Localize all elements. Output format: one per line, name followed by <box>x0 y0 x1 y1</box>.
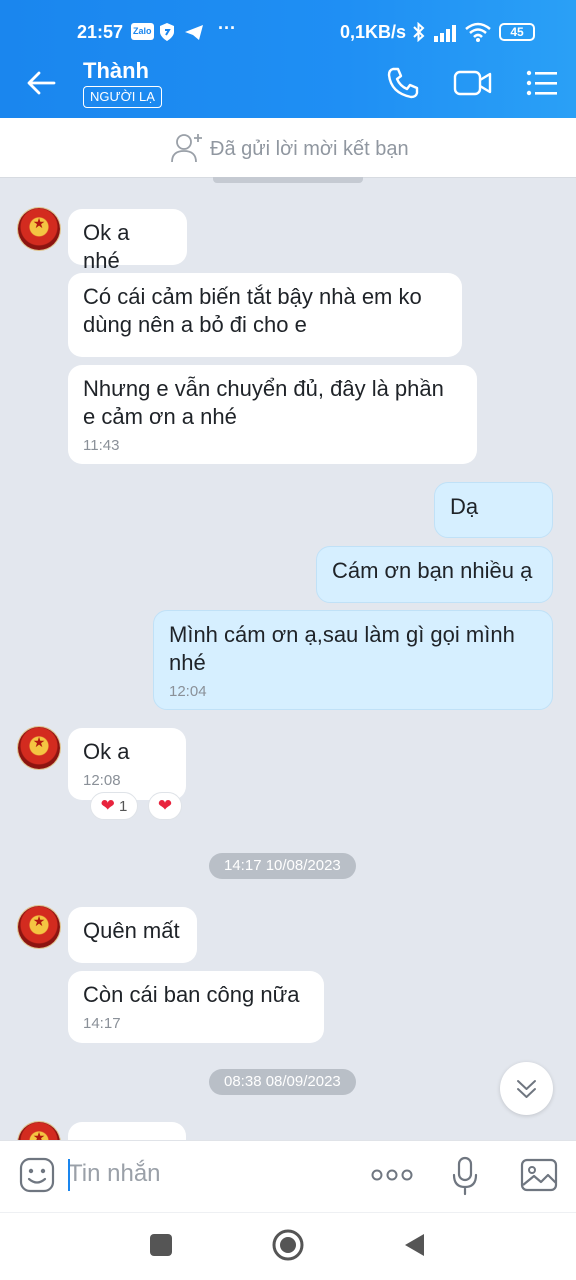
message-text-line: e cảm ơn a nhé <box>83 404 237 429</box>
zalo-notification-icon: Zalo <box>131 23 154 40</box>
outgoing-message[interactable]: Mình cám ơn ạ,sau làm gì gọi mình nhé 12… <box>153 610 553 710</box>
text-caret <box>68 1159 70 1191</box>
message-text: Còn cái ban công nữa <box>83 982 300 1007</box>
message-time: 14:17 <box>83 1015 121 1032</box>
message-text-line: Nhưng e vẫn chuyển đủ, đây là phần <box>83 376 444 401</box>
battery-level: 45 <box>510 25 524 39</box>
message-text-line: Mình cám ơn ạ,sau làm gì gọi mình <box>169 622 515 647</box>
date-separator: 08:38 08/09/2023 <box>209 1069 356 1095</box>
scroll-indicator <box>213 177 363 183</box>
message-text: Cám ơn bạn nhiều ạ <box>332 558 533 583</box>
microphone-icon[interactable] <box>450 1155 480 1197</box>
more-options-icon[interactable] <box>370 1166 414 1184</box>
message-text: Quên mất <box>83 918 180 943</box>
friend-request-text: Đã gửi lời mời kết bạn <box>210 138 409 160</box>
message-text-line: dùng nên a bỏ đi cho e <box>83 312 307 337</box>
heart-icon: ❤ <box>100 796 115 815</box>
message-text: Ok a <box>83 739 130 764</box>
incoming-message-partial[interactable] <box>68 1122 186 1140</box>
recent-apps-icon[interactable] <box>150 1234 172 1256</box>
outgoing-message[interactable]: Dạ <box>434 482 553 538</box>
message-input[interactable]: Tin nhắn <box>68 1160 161 1188</box>
react-button[interactable]: ❤ <box>148 792 182 820</box>
contact-avatar[interactable] <box>18 727 60 769</box>
contact-name[interactable]: Thành <box>83 58 149 84</box>
date-separator: 14:17 10/08/2023 <box>209 853 356 879</box>
status-time: 21:57 <box>77 22 124 42</box>
incoming-message[interactable]: Có cái cảm biến tắt bậy nhà em ko dùng n… <box>68 273 462 357</box>
reaction-count: 1 <box>119 798 128 815</box>
outgoing-message[interactable]: Cám ơn bạn nhiều ạ <box>316 546 553 603</box>
more-notifications-icon: ··· <box>218 18 236 38</box>
contact-avatar[interactable] <box>18 906 60 948</box>
phone-call-icon[interactable] <box>383 63 423 103</box>
message-time: 12:04 <box>169 683 207 700</box>
message-time: 11:43 <box>83 437 120 454</box>
message-text: Dạ <box>450 494 479 519</box>
net-speed: 0,1KB/s <box>340 22 407 42</box>
sticker-emoji-icon[interactable] <box>18 1156 56 1194</box>
image-gallery-icon[interactable] <box>519 1157 559 1193</box>
message-time: 12:08 <box>83 772 121 789</box>
incoming-message[interactable]: Quên mất <box>68 907 197 963</box>
telegram-icon <box>185 25 203 40</box>
incoming-message[interactable]: Còn cái ban công nữa 14:17 <box>68 971 324 1043</box>
reaction-summary[interactable]: ❤ 1 <box>90 792 138 820</box>
incoming-message[interactable]: Nhưng e vẫn chuyển đủ, đây là phần e cảm… <box>68 365 477 464</box>
message-text-line: nhé <box>169 650 206 675</box>
bluetooth-icon <box>413 22 425 42</box>
contact-avatar[interactable] <box>18 208 60 250</box>
incoming-message[interactable]: Ok a nhé <box>68 209 187 273</box>
incoming-message[interactable]: Ok a 12:08 <box>68 728 186 800</box>
signal-icon <box>434 25 456 42</box>
message-text: Ok a nhé <box>83 220 130 273</box>
video-call-icon[interactable] <box>452 63 494 103</box>
heart-icon: ❤ <box>157 796 173 815</box>
menu-list-icon[interactable] <box>522 63 562 103</box>
back-nav-icon[interactable] <box>402 1232 426 1258</box>
battery-icon: 45 <box>499 23 535 41</box>
stranger-badge: NGƯỜI LẠ <box>83 86 162 108</box>
message-text-line: Có cái cảm biến tắt bậy nhà em ko <box>83 284 422 309</box>
add-friend-icon <box>171 134 202 163</box>
shield-icon <box>160 23 174 41</box>
home-icon[interactable] <box>271 1228 305 1262</box>
wifi-icon <box>465 22 491 42</box>
back-arrow-icon[interactable] <box>22 64 60 102</box>
scroll-to-bottom-icon[interactable] <box>500 1062 553 1115</box>
